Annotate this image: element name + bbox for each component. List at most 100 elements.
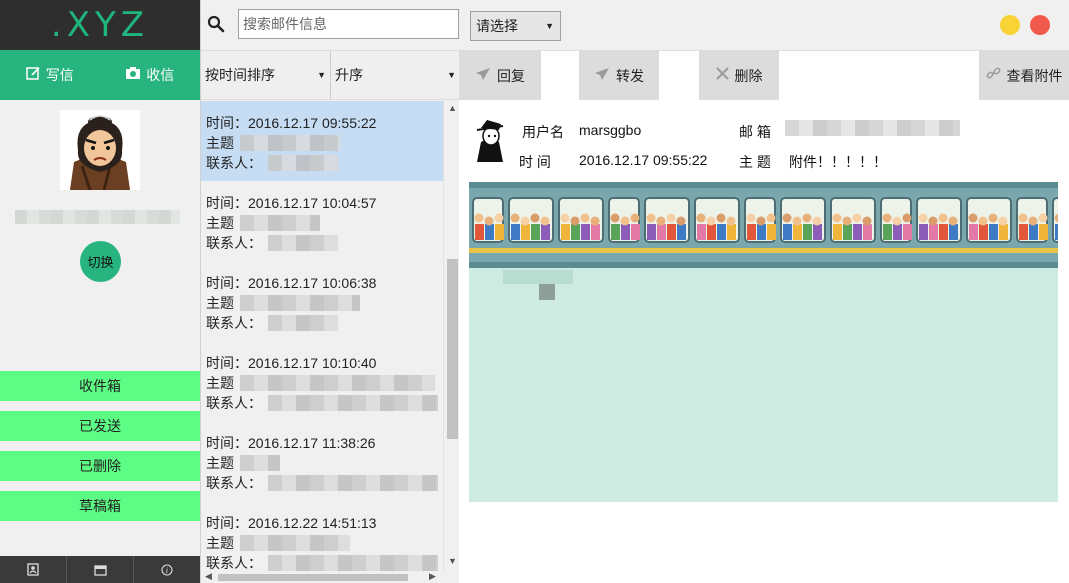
- contact-redacted: [268, 235, 338, 251]
- passenger-body: [485, 224, 494, 240]
- mail-list-item[interactable]: 时间： 2016.12.17 10:06:38 主题 联系人：: [201, 261, 443, 341]
- reply-icon: [475, 67, 491, 86]
- info-icon[interactable]: i: [134, 556, 200, 583]
- passenger-body: [511, 224, 520, 240]
- mail-time: 2016.12.17 11:38:26: [248, 435, 376, 451]
- passenger-head: [882, 213, 892, 223]
- link-icon: [986, 66, 1001, 86]
- passenger-body: [813, 224, 822, 240]
- reply-button[interactable]: 回复: [459, 51, 541, 101]
- passenger-head: [892, 216, 902, 226]
- passenger-head: [782, 213, 792, 223]
- passenger-head: [726, 216, 736, 226]
- compose-bar: 写信 收信: [0, 50, 200, 100]
- time-label: 时间：: [206, 355, 248, 371]
- folder-sent[interactable]: 已发送: [0, 411, 200, 441]
- sidebar: .XYZ 写信 收信 切换 收件箱 已发送 已删除 草稿箱 i: [0, 0, 200, 583]
- passenger-head: [484, 216, 494, 226]
- delete-button[interactable]: 删除: [699, 51, 779, 101]
- chevron-down-icon: ▼: [447, 70, 456, 80]
- passenger-body: [541, 224, 550, 240]
- folder-deleted[interactable]: 已删除: [0, 451, 200, 481]
- subject-label: 主题: [206, 535, 234, 551]
- view-attachments-button[interactable]: 查看附件: [979, 51, 1069, 101]
- passenger-head: [842, 216, 852, 226]
- passenger-head: [832, 213, 842, 223]
- username-label: 用户名: [522, 124, 564, 140]
- vertical-scrollbar[interactable]: ▲ ▼: [443, 101, 460, 571]
- mail-list-item[interactable]: 时间： 2016.12.17 10:10:40 主题 联系人：: [201, 341, 443, 421]
- subject-redacted: [240, 295, 360, 311]
- sort-field-select[interactable]: 按时间排序 ▼: [201, 51, 331, 99]
- passenger-body: [657, 224, 666, 240]
- scrollbar-thumb[interactable]: [218, 574, 408, 581]
- passenger-body: [1055, 224, 1058, 240]
- passenger-head: [988, 213, 998, 223]
- contact-redacted: [268, 315, 338, 331]
- search-icon[interactable]: [207, 15, 225, 33]
- passenger-head: [560, 213, 570, 223]
- passenger-body: [727, 224, 736, 240]
- subject-label: 主题: [206, 375, 234, 391]
- subject-redacted: [240, 215, 320, 231]
- chevron-down-icon: ▼: [545, 21, 554, 31]
- passenger-body: [853, 224, 862, 240]
- message-toolbar: 回复 转发 删除 查看附件: [459, 50, 1069, 101]
- mail-list-item[interactable]: 时间： 2016.12.22 14:51:13 主题 联系人：: [201, 501, 443, 571]
- attachment-image[interactable]: [469, 182, 1058, 502]
- subject-redacted: [240, 375, 435, 391]
- minimize-button[interactable]: [1000, 15, 1020, 35]
- passenger-body: [1019, 224, 1028, 240]
- folder-drafts[interactable]: 草稿箱: [0, 491, 200, 521]
- passenger-head: [928, 216, 938, 226]
- passenger-body: [757, 224, 766, 240]
- passenger-head: [978, 216, 988, 226]
- passenger-body: [747, 224, 756, 240]
- forward-button[interactable]: 转发: [579, 51, 659, 101]
- delete-label: 删除: [734, 68, 763, 84]
- receive-button[interactable]: 收信: [125, 65, 174, 85]
- passenger-body: [783, 224, 792, 240]
- scrollbar-thumb[interactable]: [447, 259, 458, 439]
- horizontal-scrollbar[interactable]: ◀ ▶: [201, 571, 443, 583]
- scroll-left-icon[interactable]: ◀: [205, 571, 212, 582]
- passenger-body: [521, 224, 530, 240]
- passenger-head: [716, 213, 726, 223]
- sort-direction-select[interactable]: 升序 ▼: [331, 51, 461, 99]
- contact-label: 联系人：: [206, 555, 262, 571]
- mail-list-item[interactable]: 时间： 2016.12.17 10:04:57 主题 联系人：: [201, 181, 443, 261]
- subject-label: 主题: [206, 135, 234, 151]
- passenger-head: [756, 216, 766, 226]
- passenger-head: [862, 216, 872, 226]
- avatar[interactable]: [60, 110, 140, 190]
- passenger-head: [1028, 216, 1038, 226]
- passenger-head: [812, 216, 822, 226]
- logo-bar: .XYZ: [0, 0, 200, 50]
- mail-time: 2016.12.22 14:51:13: [248, 515, 377, 531]
- mail-list-item[interactable]: 时间： 2016.12.17 11:38:26 主题 联系人：: [201, 421, 443, 501]
- calendar-icon[interactable]: [67, 556, 134, 583]
- search-row: [201, 0, 461, 50]
- passenger-body: [495, 224, 504, 240]
- switch-account-button[interactable]: 切换: [80, 241, 121, 282]
- search-input[interactable]: [238, 9, 459, 39]
- passenger-head: [530, 213, 540, 223]
- passenger-head: [474, 213, 484, 223]
- scroll-right-icon[interactable]: ▶: [429, 571, 436, 582]
- passenger-body: [969, 224, 978, 240]
- subject-label: 主题: [206, 295, 234, 311]
- contact-redacted: [268, 155, 338, 171]
- contacts-icon[interactable]: [0, 556, 67, 583]
- close-button[interactable]: [1030, 15, 1050, 35]
- sort-row: 按时间排序 ▼ 升序 ▼: [201, 50, 461, 100]
- passenger-body: [919, 224, 928, 240]
- folder-inbox[interactable]: 收件箱: [0, 371, 200, 401]
- mail-list-item[interactable]: 时间： 2016.12.17 09:55:22 主题 联系人：: [201, 101, 443, 181]
- passenger-body: [767, 224, 776, 240]
- passenger-body: [793, 224, 802, 240]
- passenger-body: [611, 224, 620, 240]
- contact-redacted: [268, 555, 438, 571]
- compose-button[interactable]: 写信: [26, 65, 74, 85]
- passenger-body: [979, 224, 988, 240]
- top-select[interactable]: 请选择 ▼: [470, 11, 561, 41]
